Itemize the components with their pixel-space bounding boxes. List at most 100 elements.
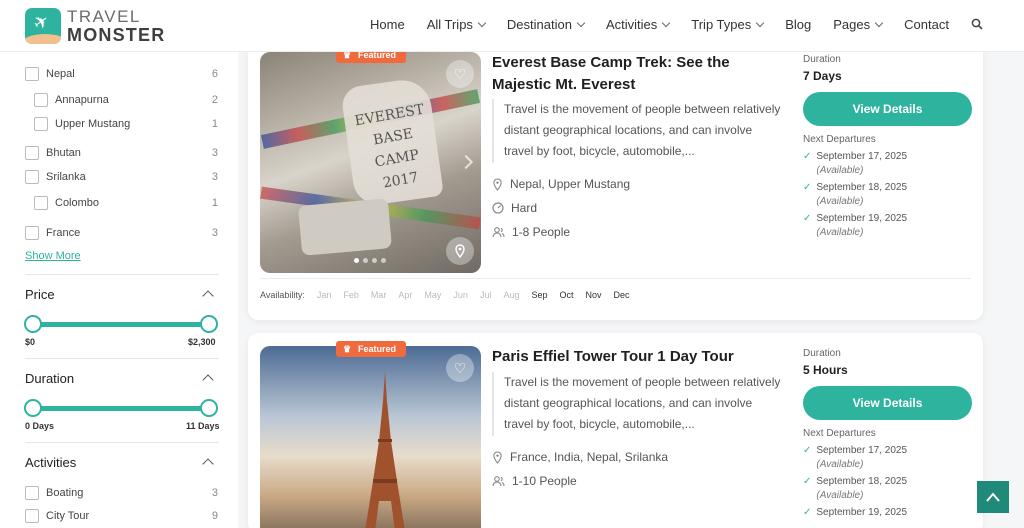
filter-label: Bhutan — [46, 147, 81, 159]
trip-booking-panel: Duration 7 Days View Details Next Depart… — [803, 54, 973, 238]
people-text: 1-10 People — [512, 474, 577, 488]
trip-booking-panel: Duration 5 Hours View Details Next Depar… — [803, 348, 973, 518]
filter-count: 1 — [211, 118, 218, 130]
filter-count: 9 — [211, 510, 218, 522]
filter-nepal[interactable]: Nepal — [25, 67, 75, 81]
departure-item[interactable]: ✓ September 18, 2025 (Available) — [803, 476, 973, 501]
chevron-up-icon[interactable] — [202, 290, 214, 302]
checkbox[interactable] — [25, 146, 39, 160]
chevron-down-icon — [576, 18, 586, 27]
chevron-up-icon[interactable] — [202, 374, 214, 386]
check-icon: ✓ — [803, 182, 812, 193]
show-more-link[interactable]: Show More — [25, 250, 81, 262]
site-header: ✈ TRAVEL MONSTER Home All Trips Destinat… — [0, 0, 1024, 52]
month-jul: Jul — [479, 290, 492, 300]
price-max-handle[interactable] — [200, 315, 218, 333]
nav-activities[interactable]: Activities — [605, 17, 671, 32]
price-min-handle[interactable] — [24, 315, 42, 333]
checkbox[interactable] — [34, 93, 48, 107]
checkbox[interactable] — [25, 170, 39, 184]
map-pin-icon[interactable] — [446, 237, 474, 265]
month-apr: Apr — [398, 290, 413, 300]
nav-label: Destination — [506, 17, 572, 32]
duration-value: 5 Hours — [803, 363, 848, 377]
filter-city-tour[interactable]: City Tour — [25, 509, 89, 523]
nav-label: All Trips — [426, 17, 473, 32]
price-slider-track[interactable] — [33, 322, 209, 327]
departure-item[interactable]: ✓ September 19, 2025 (Available) — [803, 213, 973, 238]
duration-min-handle[interactable] — [24, 399, 42, 417]
departure-item[interactable]: ✓ September 18, 2025 (Available) — [803, 182, 973, 207]
difficulty-text: Hard — [511, 201, 538, 215]
filter-srilanka[interactable]: Srilanka — [25, 170, 86, 184]
people-icon — [492, 227, 505, 238]
month-may: May — [424, 290, 442, 300]
trip-image[interactable]: EVEREST BASE CAMP 2017 ♡ — [260, 52, 481, 273]
filter-colombo[interactable]: Colombo — [34, 196, 99, 210]
filter-bhutan[interactable]: Bhutan — [25, 146, 81, 160]
price-filter-title: Price — [25, 287, 55, 302]
departure-date: September 17, 2025 — [816, 445, 908, 456]
filter-upper-mustang[interactable]: Upper Mustang — [34, 117, 130, 131]
trip-image[interactable]: ♡ — [260, 346, 481, 528]
rock-inscription: EVEREST BASE CAMP 2017 — [353, 101, 426, 192]
filter-france[interactable]: France — [25, 226, 80, 240]
departure-item[interactable]: ✓ September 17, 2025 (Available) — [803, 445, 973, 470]
filter-boating[interactable]: Boating — [25, 486, 83, 500]
filter-annapurna[interactable]: Annapurna — [34, 93, 109, 107]
nav-blog[interactable]: Blog — [785, 17, 811, 32]
departure-status: (Available) — [816, 196, 864, 207]
location-pin-icon — [493, 177, 502, 191]
nav-destination[interactable]: Destination — [506, 17, 586, 32]
nav-label: Activities — [605, 17, 658, 32]
back-to-top-button[interactable] — [977, 481, 1009, 513]
duration-label: Duration — [803, 54, 841, 65]
checkbox[interactable] — [34, 117, 48, 131]
check-icon: ✓ — [803, 213, 812, 224]
chevron-right-icon[interactable] — [458, 154, 474, 170]
checkbox[interactable] — [34, 196, 48, 210]
trip-description: Travel is the movement of people between… — [492, 99, 782, 163]
trip-title[interactable]: Everest Base Camp Trek: See the Majestic… — [492, 52, 772, 96]
checkbox[interactable] — [25, 226, 39, 240]
chevron-down-icon — [662, 18, 671, 27]
view-details-button[interactable]: View Details — [803, 92, 972, 126]
nav-contact[interactable]: Contact — [904, 17, 949, 32]
wishlist-heart-icon[interactable]: ♡ — [446, 60, 474, 88]
nav-trip-types[interactable]: Trip Types — [691, 17, 765, 32]
departure-date: September 18, 2025 — [816, 182, 908, 193]
check-icon: ✓ — [803, 476, 812, 487]
trip-title[interactable]: Paris Effiel Tower Tour 1 Day Tour — [492, 346, 772, 368]
checkbox[interactable] — [25, 486, 39, 500]
filter-label: Boating — [46, 487, 84, 499]
month-jan: Jan — [316, 290, 332, 300]
nav-all-trips[interactable]: All Trips — [426, 17, 487, 32]
departure-item[interactable]: ✓ September 19, 2025 — [803, 507, 973, 518]
trip-description: Travel is the movement of people between… — [492, 372, 782, 436]
duration-slider-track[interactable] — [33, 406, 209, 411]
departure-item[interactable]: ✓ September 17, 2025 (Available) — [803, 151, 973, 176]
trip-group-size: 1-8 People — [492, 225, 570, 239]
nav-pages[interactable]: Pages — [833, 17, 884, 32]
month-sep: Sep — [531, 290, 548, 300]
difficulty-gauge-icon — [492, 202, 504, 214]
site-logo[interactable]: ✈ TRAVEL MONSTER — [25, 6, 165, 46]
filter-count: 3 — [211, 227, 218, 239]
trip-difficulty: Hard — [492, 201, 537, 215]
nav-label: Blog — [785, 17, 812, 32]
carousel-dots[interactable] — [354, 258, 390, 263]
checkbox[interactable] — [25, 509, 39, 523]
duration-max-handle[interactable] — [200, 399, 218, 417]
nav-home[interactable]: Home — [370, 17, 405, 32]
view-details-button[interactable]: View Details — [803, 386, 972, 420]
trip-location: France, India, Nepal, Srilanka — [492, 450, 668, 464]
departure-status: (Available) — [816, 490, 864, 501]
wishlist-heart-icon[interactable]: ♡ — [446, 354, 474, 382]
price-min-label: $0 — [25, 337, 36, 347]
search-icon[interactable] — [971, 18, 983, 30]
logo-line2: MONSTER — [67, 25, 166, 45]
chevron-up-icon[interactable] — [202, 458, 214, 470]
checkbox[interactable] — [25, 67, 39, 81]
trip-card: EVEREST BASE CAMP 2017 ♡ ♛ Featured Evere… — [248, 42, 983, 320]
departure-status: (Available) — [816, 459, 864, 470]
